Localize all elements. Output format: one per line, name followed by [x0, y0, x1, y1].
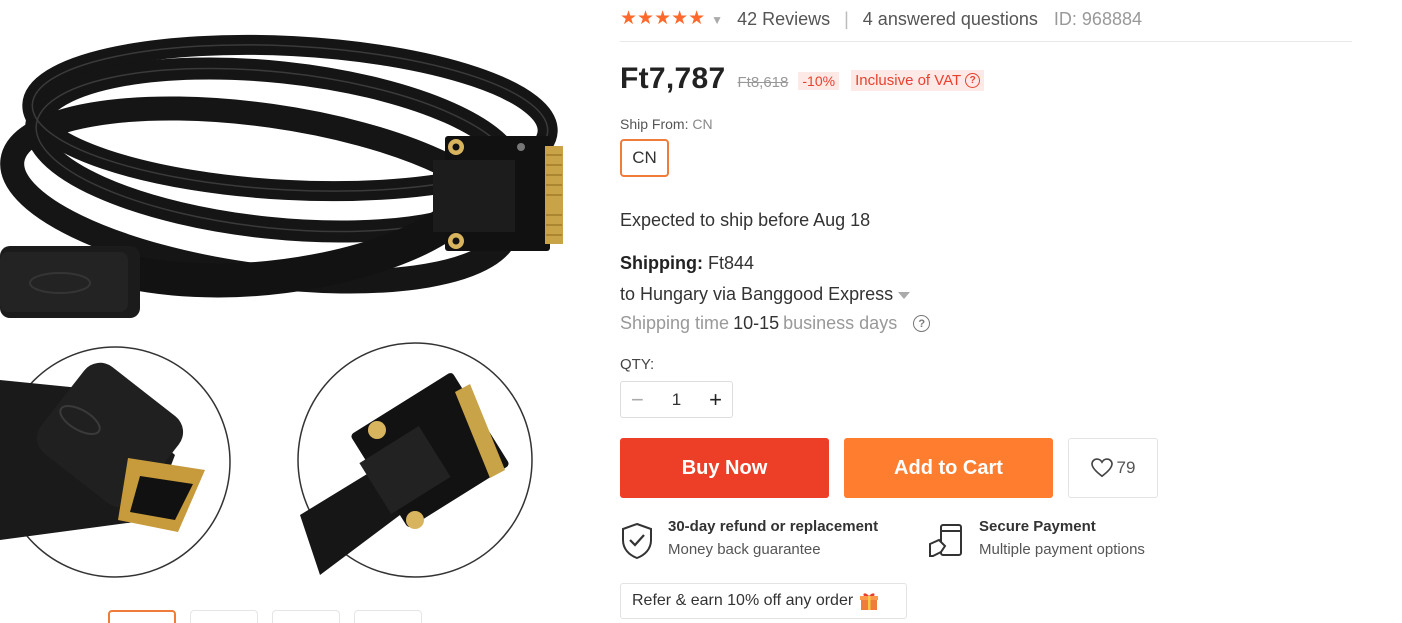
- warehouse-option-cn[interactable]: CN: [620, 139, 669, 177]
- thumbnail[interactable]: [108, 610, 176, 623]
- wishlist-button[interactable]: 79: [1068, 438, 1158, 498]
- discount-badge: -10%: [798, 72, 840, 90]
- product-main-image[interactable]: [0, 0, 600, 623]
- help-icon[interactable]: ?: [913, 315, 931, 332]
- caret-down-icon[interactable]: [898, 292, 911, 299]
- thumbnail[interactable]: [354, 610, 422, 623]
- add-to-cart-button[interactable]: Add to Cart: [844, 438, 1053, 498]
- vat-label: Inclusive of VAT: [855, 71, 962, 89]
- refund-title: 30-day refund or replacement: [668, 518, 879, 535]
- star-rating[interactable]: ★★★★★: [620, 8, 705, 30]
- shipping-time-prefix: Shipping time: [620, 313, 730, 333]
- rating-row: ★★★★★ ▼ 42 Reviews | 4 answered question…: [620, 8, 1352, 42]
- current-price: Ft7,787: [620, 62, 726, 95]
- thumbnail[interactable]: [190, 610, 258, 623]
- original-price: Ft8,618: [737, 73, 789, 91]
- product-id: ID: 968884: [1053, 9, 1142, 29]
- shipping-time-range: 10-15: [733, 313, 780, 333]
- chevron-down-icon[interactable]: ▼: [711, 13, 723, 27]
- heart-icon: [1090, 458, 1113, 478]
- shipping-destination[interactable]: to Hungary via Banggood Express: [620, 284, 893, 305]
- refer-text[interactable]: Refer & earn 10% off any order: [632, 592, 853, 610]
- ship-from-value: CN: [692, 116, 713, 132]
- ship-from-label: Ship From: CN: [620, 116, 713, 132]
- qty-label: QTY:: [620, 356, 655, 373]
- refer-earn-banner[interactable]: Refer & earn 10% off any order: [620, 583, 907, 619]
- refund-guarantee: 30-day refund or replacement Money back …: [620, 518, 878, 560]
- secure-payment: Secure Payment Multiple payment options: [927, 518, 1145, 560]
- shipping-method-selector[interactable]: to Hungary via Banggood Express: [620, 284, 911, 305]
- reviews-link[interactable]: 42 Reviews: [737, 8, 830, 30]
- shipping-time-suffix: business days: [783, 313, 898, 333]
- price-row: Ft7,787 Ft8,618 -10% Inclusive of VAT ?: [620, 62, 985, 96]
- qty-increase-button[interactable]: +: [709, 388, 722, 411]
- qty-value[interactable]: 1: [672, 390, 681, 410]
- payment-title: Secure Payment: [979, 518, 1096, 535]
- vat-badge[interactable]: Inclusive of VAT ?: [851, 69, 985, 91]
- divider: |: [844, 9, 849, 29]
- buy-now-button[interactable]: Buy Now: [620, 438, 829, 498]
- shipping-label: Shipping:: [620, 253, 703, 273]
- question-icon[interactable]: ?: [965, 72, 981, 88]
- card-payment-icon: [929, 524, 962, 557]
- ship-from-text: Ship From:: [620, 116, 689, 132]
- expected-ship-date: Expected to ship before Aug 18: [620, 210, 871, 230]
- thumbnail[interactable]: [272, 610, 340, 623]
- qty-decrease-button[interactable]: −: [631, 388, 644, 411]
- product-gallery: [0, 0, 600, 623]
- wishlist-count: 79: [1116, 458, 1136, 477]
- payment-subtitle: Multiple payment options: [979, 541, 1145, 558]
- shipping-price: Ft844: [708, 253, 755, 273]
- shipping-cost: Shipping: Ft844: [620, 253, 754, 274]
- shield-check-icon: [622, 522, 652, 560]
- answered-questions-link[interactable]: 4 answered questions: [863, 8, 1038, 30]
- gift-icon: [860, 593, 879, 610]
- thumbnail-strip: [108, 610, 422, 623]
- refund-subtitle: Money back guarantee: [668, 541, 821, 558]
- quantity-stepper: − 1 +: [620, 381, 733, 418]
- shipping-time: Shipping time 10-15 business days ?: [620, 313, 931, 334]
